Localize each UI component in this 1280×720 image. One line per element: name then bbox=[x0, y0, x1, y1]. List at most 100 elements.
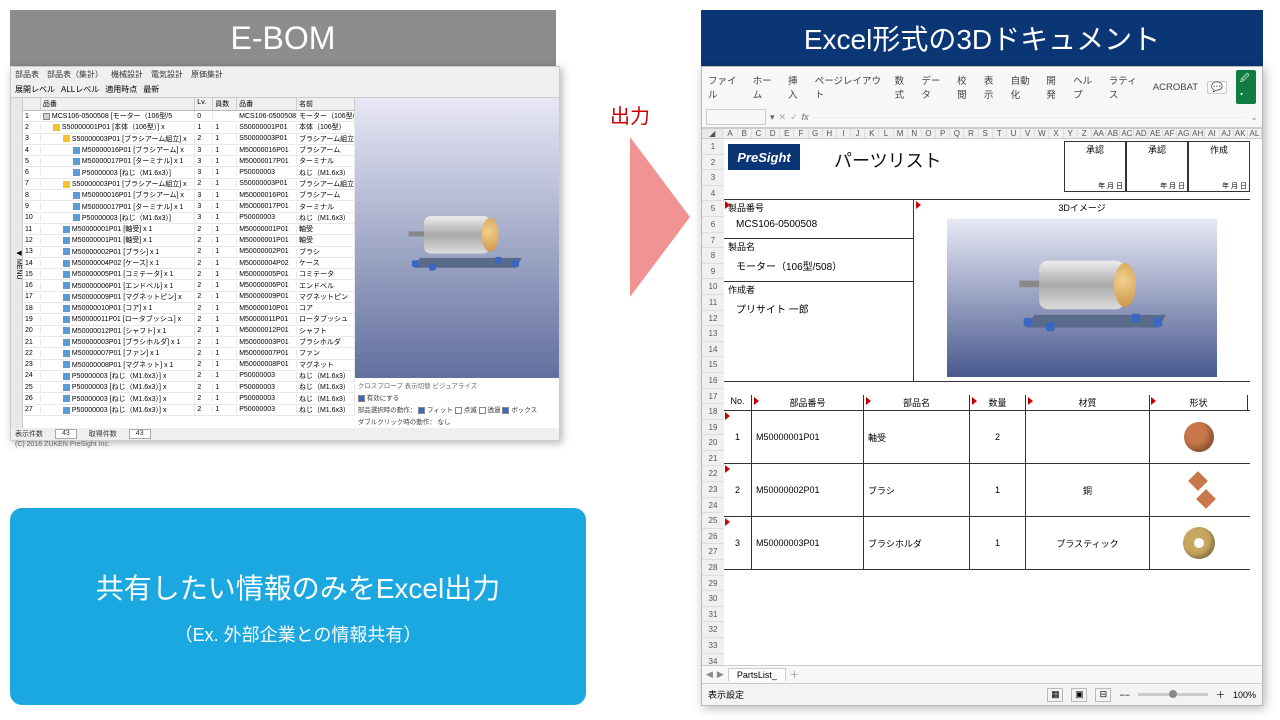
col-header[interactable]: AG bbox=[1177, 129, 1191, 138]
status-text[interactable]: 表示設定 bbox=[708, 688, 744, 701]
tab-automate[interactable]: 自動化 bbox=[1011, 73, 1038, 101]
tab-layout[interactable]: ページレイアウト bbox=[815, 73, 886, 101]
confirm-icon[interactable]: ✓ bbox=[790, 112, 798, 123]
dblclick-value[interactable]: なし bbox=[438, 419, 451, 426]
comment-marker-icon[interactable] bbox=[916, 201, 921, 209]
ebom-tree-row[interactable]: 13 M50000002P01 [ブラシ] x 1 2 1 M50000002P… bbox=[23, 247, 355, 258]
ebom-tree-row[interactable]: 6 P50000003 [ねじ（M1.6x3）] 3 1 P50000003 ね… bbox=[23, 167, 355, 178]
ebom-tree-row[interactable]: 15 M50000005P01 [コミテータ] x 1 2 1 M5000000… bbox=[23, 269, 355, 280]
opt-box-checkbox[interactable] bbox=[502, 407, 509, 414]
ebom-tree-row[interactable]: 14 M50000004P02 [ケース] x 1 2 1 M50000004P… bbox=[23, 258, 355, 269]
page-layout-button[interactable]: ▣ bbox=[1071, 688, 1087, 702]
row-header[interactable]: 14 bbox=[702, 342, 724, 358]
col-header[interactable]: AL bbox=[1248, 129, 1262, 138]
ebom-main-menu[interactable]: 部品表 部品表（集計） 機械設計 電気設計 原価集計 bbox=[11, 67, 559, 82]
col-header[interactable]: O bbox=[922, 129, 936, 138]
column-headers[interactable]: ◢ ABCDEFGHIJKLMNOPQRSTUVWXYZAAABACADAEAF… bbox=[702, 129, 1262, 139]
col-header[interactable]: C bbox=[752, 129, 766, 138]
col-header[interactable]: E bbox=[780, 129, 794, 138]
row-header[interactable]: 1 bbox=[702, 139, 724, 155]
row-header[interactable]: 26 bbox=[702, 529, 724, 545]
col-header[interactable]: J bbox=[851, 129, 865, 138]
col-qty[interactable]: 員数 bbox=[213, 98, 237, 110]
viewer-tabs[interactable]: クロスプローブ 表示切替 ビジュアライズ bbox=[358, 380, 556, 390]
ebom-tree-row[interactable]: 22 M50000007P01 [ファン] x 1 2 1 M50000007P… bbox=[23, 348, 355, 359]
row-header[interactable]: 22 bbox=[702, 466, 724, 482]
comment-marker-icon[interactable] bbox=[725, 465, 730, 473]
col-lv[interactable]: Lv. bbox=[195, 98, 213, 110]
row-header[interactable]: 33 bbox=[702, 638, 724, 654]
col-header[interactable]: B bbox=[738, 129, 752, 138]
worksheet[interactable]: PreSight パーツリスト 承認年 月 日 承認年 月 日 作成年 月 日 … bbox=[724, 139, 1262, 669]
add-sheet-button[interactable]: ＋ bbox=[790, 668, 799, 681]
tab-file[interactable]: ファイル bbox=[708, 73, 744, 101]
select-all-corner[interactable]: ◢ bbox=[702, 129, 723, 138]
col-header[interactable]: R bbox=[964, 129, 978, 138]
fx-label[interactable]: fx bbox=[802, 112, 809, 122]
col-header[interactable]: I bbox=[837, 129, 851, 138]
col-header[interactable]: AA bbox=[1092, 129, 1106, 138]
row-header[interactable]: 17 bbox=[702, 389, 724, 405]
col-header[interactable]: V bbox=[1021, 129, 1035, 138]
ebom-tree-row[interactable]: 24 P50000003 [ねじ（M1.6x3）] x 2 1 P5000000… bbox=[23, 371, 355, 382]
col-header[interactable]: AJ bbox=[1220, 129, 1234, 138]
col-header[interactable]: AF bbox=[1163, 129, 1177, 138]
row-header[interactable]: 28 bbox=[702, 560, 724, 576]
ebom-tree-row[interactable]: 8 M50000016P01 [ブラシアーム] x 3 1 M50000016P… bbox=[23, 190, 355, 201]
opt-trans-checkbox[interactable] bbox=[479, 407, 486, 414]
col-header[interactable]: U bbox=[1007, 129, 1021, 138]
normal-view-button[interactable]: ▦ bbox=[1047, 688, 1063, 702]
row-headers[interactable]: 1234567891011121314151617181920212223242… bbox=[702, 139, 724, 669]
row-header[interactable]: 2 bbox=[702, 155, 724, 171]
tab-formulas[interactable]: 数式 bbox=[895, 73, 913, 101]
ebom-tree-row[interactable]: 25 P50000003 [ねじ（M1.6x3）] x 2 1 P5000000… bbox=[23, 382, 355, 393]
tab-lattice[interactable]: ラティス bbox=[1109, 73, 1144, 101]
row-header[interactable]: 20 bbox=[702, 435, 724, 451]
comment-marker-icon[interactable] bbox=[1028, 397, 1033, 405]
ebom-tree-row[interactable]: 9 M50000017P01 [ターミナル] x 1 3 1 M50000017… bbox=[23, 201, 355, 212]
row-header[interactable]: 6 bbox=[702, 217, 724, 233]
sheet-nav-prev[interactable]: ◀ bbox=[706, 669, 713, 680]
tab-help[interactable]: ヘルプ bbox=[1073, 73, 1100, 101]
row-header[interactable]: 3 bbox=[702, 170, 724, 186]
ebom-tree-row[interactable]: 16 M50000006P01 [エンドベル] x 1 2 1 M5000000… bbox=[23, 280, 355, 291]
tab-view[interactable]: 表示 bbox=[984, 73, 1002, 101]
page-break-button[interactable]: ⊟ bbox=[1095, 688, 1111, 702]
col-header[interactable]: AD bbox=[1134, 129, 1148, 138]
col-header[interactable]: AB bbox=[1106, 129, 1120, 138]
col-header[interactable]: T bbox=[993, 129, 1007, 138]
col-header[interactable]: AK bbox=[1234, 129, 1248, 138]
ebom-tree-row[interactable]: 12 M50000001P01 [軸受] x 1 2 1 M50000001P0… bbox=[23, 235, 355, 246]
ebom-tree-row[interactable]: 27 P50000003 [ねじ（M1.6x3）] x 2 1 P5000000… bbox=[23, 405, 355, 416]
row-header[interactable]: 11 bbox=[702, 295, 724, 311]
col-header[interactable]: AH bbox=[1191, 129, 1205, 138]
toolbar-dropdown[interactable]: ALLレベル bbox=[61, 84, 99, 95]
comment-marker-icon[interactable] bbox=[725, 201, 730, 209]
row-header[interactable]: 29 bbox=[702, 576, 724, 592]
sheet-nav-next[interactable]: ▶ bbox=[717, 669, 724, 680]
ebom-tree-row[interactable]: 21 M50000003P01 [ブラシホルダ] x 1 2 1 M500000… bbox=[23, 337, 355, 348]
ebom-tree-row[interactable]: 4 M50000016P01 [ブラシアーム] x 3 1 M50000016P… bbox=[23, 145, 355, 156]
row-header[interactable]: 19 bbox=[702, 420, 724, 436]
menu-item[interactable]: 機械設計 bbox=[111, 69, 143, 80]
tab-acrobat[interactable]: ACROBAT bbox=[1153, 82, 1198, 93]
tab-review[interactable]: 校閲 bbox=[957, 73, 975, 101]
row-header[interactable]: 30 bbox=[702, 591, 724, 607]
menu-item[interactable]: 電気設計 bbox=[151, 69, 183, 80]
row-header[interactable]: 12 bbox=[702, 311, 724, 327]
tab-home[interactable]: ホーム bbox=[753, 73, 779, 101]
zoom-value[interactable]: 100% bbox=[1233, 690, 1256, 700]
ebom-tree-row[interactable]: 23 M50000008P01 [マグネット] x 1 2 1 M5000000… bbox=[23, 360, 355, 371]
col-partno[interactable]: 品番 bbox=[237, 98, 297, 110]
comment-marker-icon[interactable] bbox=[1151, 397, 1156, 405]
row-header[interactable]: 23 bbox=[702, 482, 724, 498]
row-header[interactable]: 4 bbox=[702, 186, 724, 202]
expand-icon[interactable]: ⌄ bbox=[1250, 112, 1258, 123]
comment-marker-icon[interactable] bbox=[725, 412, 730, 420]
sheet-tab[interactable]: PartsList_ bbox=[728, 668, 786, 681]
zoom-slider[interactable] bbox=[1138, 693, 1208, 696]
col-header[interactable]: N bbox=[908, 129, 922, 138]
row-header[interactable]: 5 bbox=[702, 201, 724, 217]
col-name[interactable]: 品番 bbox=[41, 98, 195, 110]
ebom-tree-row[interactable]: 2 S50000001P01 [本体（106型）] x 1 1 S5000000… bbox=[23, 122, 355, 133]
